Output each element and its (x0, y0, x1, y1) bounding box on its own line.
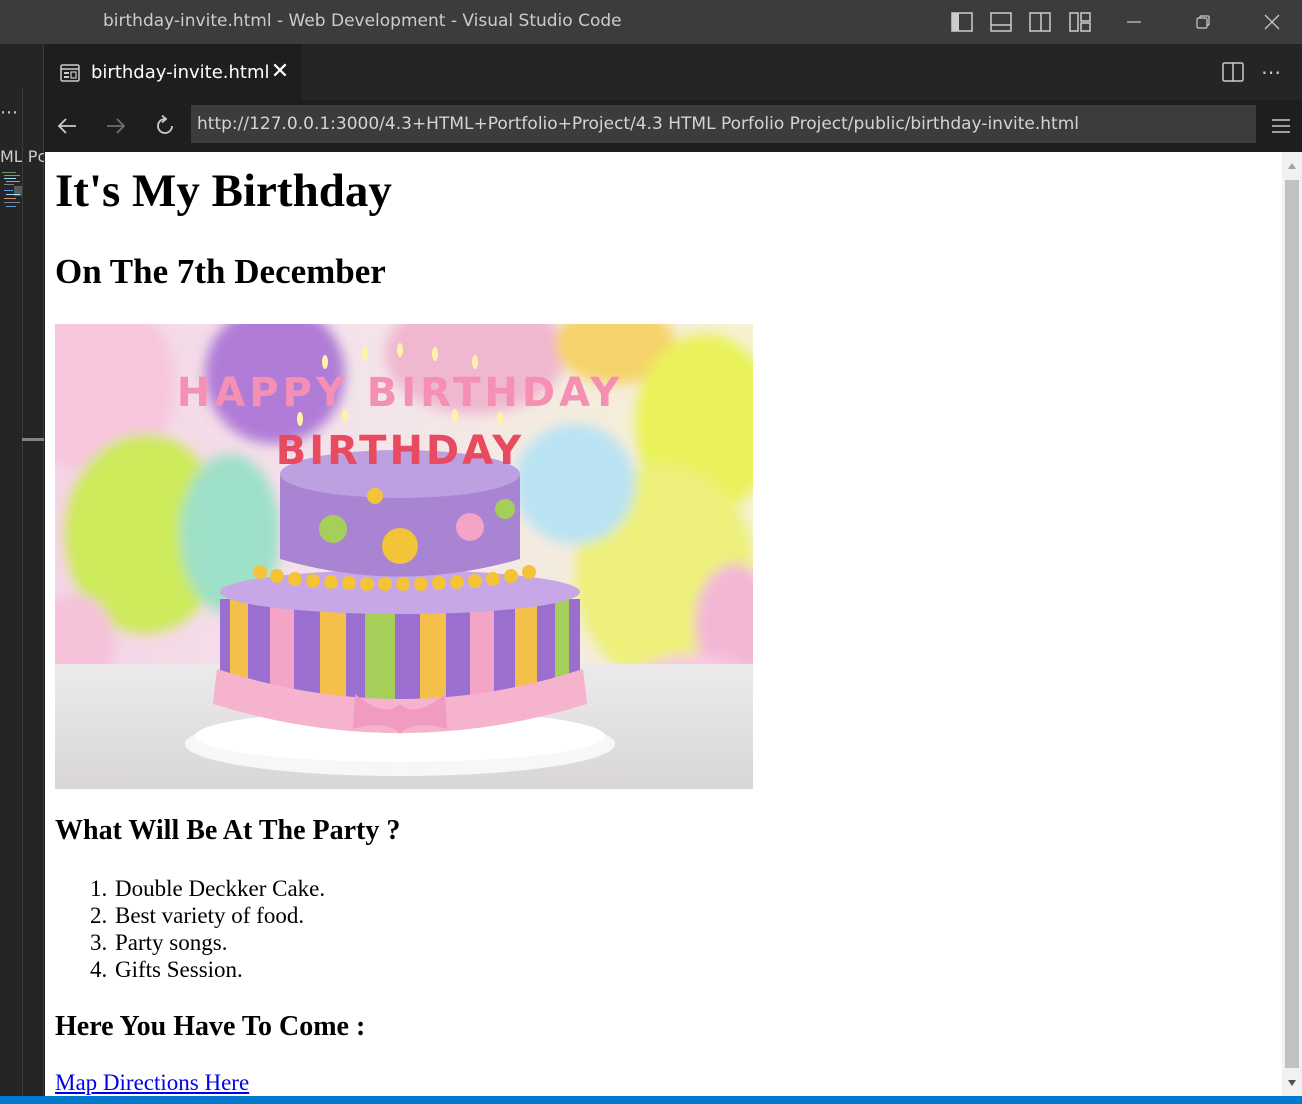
page-subheading: On The 7th December (55, 252, 386, 291)
customize-layout-icon[interactable] (1068, 10, 1092, 34)
url-input[interactable] (191, 105, 1256, 143)
list-item: 3. Party songs. (90, 930, 228, 955)
minimize-button[interactable] (1111, 0, 1157, 44)
menu-icon[interactable] (1267, 112, 1295, 140)
party-list: 1. Double Deckker Cake. 2. Best variety of… (55, 875, 325, 983)
page-scrollbar[interactable] (1282, 152, 1302, 1096)
forward-arrow-icon[interactable] (101, 111, 131, 141)
side-panel: ⋯ ML Pc (0, 44, 44, 1104)
page-heading: It's My Birthday (55, 165, 392, 217)
more-actions-icon[interactable]: ⋯ (0, 102, 19, 123)
toggle-panel-icon[interactable] (989, 10, 1013, 34)
birthday-cake-image: HAPPY BIRTHDAY BIRTHDAY (55, 324, 753, 789)
tab-label: birthday-invite.html (91, 62, 270, 83)
more-actions-icon[interactable]: ⋯ (1257, 58, 1285, 86)
minimap[interactable] (2, 170, 22, 210)
sidebar-divider (22, 88, 23, 1104)
toggle-secondary-sidebar-icon[interactable] (1028, 10, 1052, 34)
come-heading: Here You Have To Come : (55, 1011, 366, 1042)
tab-birthday-invite[interactable]: birthday-invite.html ✕ (45, 44, 302, 100)
status-bar (0, 1096, 1302, 1104)
tab-bar: birthday-invite.html ✕ ⋯ (45, 44, 1302, 100)
title-bar: birthday-invite.html - Web Development -… (0, 0, 1302, 44)
browser-preview-icon (60, 63, 80, 82)
map-directions-link[interactable]: Map Directions Here (55, 1070, 249, 1096)
party-heading: What Will Be At The Party ? (55, 815, 401, 846)
restore-button[interactable] (1180, 0, 1226, 44)
svg-text:BIRTHDAY: BIRTHDAY (276, 428, 524, 474)
list-item: 1. Double Deckker Cake. (90, 876, 326, 901)
sash-handle[interactable] (22, 438, 44, 441)
split-editor-icon[interactable] (1219, 58, 1247, 86)
back-arrow-icon[interactable] (52, 111, 82, 141)
browser-nav-bar (45, 100, 1302, 152)
scroll-down-icon[interactable] (1282, 1070, 1302, 1096)
close-window-button[interactable] (1249, 0, 1295, 44)
cake-happy-text: HAPPY BIRTHDAY (177, 370, 623, 416)
browser-viewport: It's My Birthday On The 7th December HAP… (45, 152, 1282, 1096)
scroll-thumb[interactable] (1285, 180, 1299, 1068)
list-item: 2. Best variety of food. (90, 903, 305, 928)
reload-icon[interactable] (150, 111, 180, 141)
scroll-up-icon[interactable] (1282, 152, 1302, 180)
toggle-primary-sidebar-icon[interactable] (950, 10, 974, 34)
close-tab-icon[interactable]: ✕ (268, 60, 292, 84)
window-title: birthday-invite.html - Web Development -… (103, 11, 622, 31)
list-item: 4. Gifts Session. (90, 957, 243, 982)
